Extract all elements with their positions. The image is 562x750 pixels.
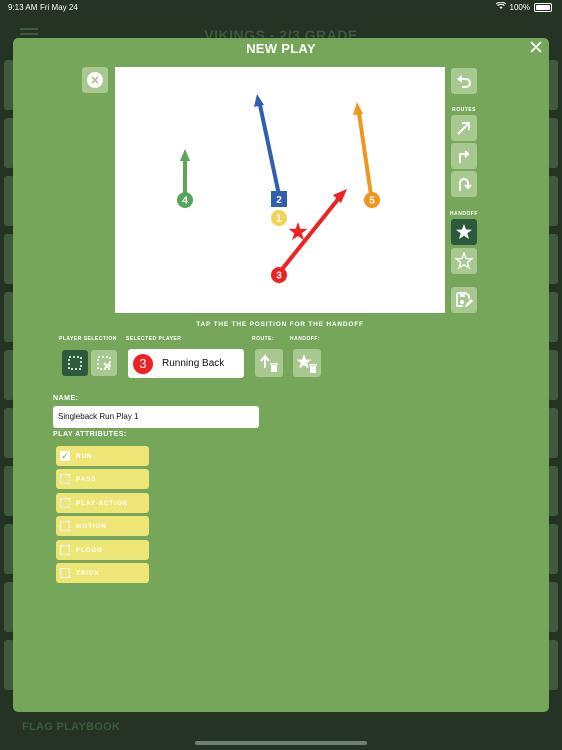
play-diagram[interactable]: 4 2 1 5 3 xyxy=(115,67,445,313)
player-3-number: 3 xyxy=(276,271,282,282)
player-4-number: 4 xyxy=(182,196,188,207)
checkbox-checked-icon[interactable]: ✓ xyxy=(60,451,70,461)
attribute-label: PASS xyxy=(76,475,97,483)
attribute-label: FLOOD xyxy=(76,546,103,554)
deselect-player-button[interactable] xyxy=(91,350,117,376)
delete-route-button[interactable] xyxy=(255,349,283,377)
close-button[interactable] xyxy=(529,41,543,55)
player-5-number: 5 xyxy=(369,196,375,207)
selected-player-box: 3 Running Back xyxy=(128,349,244,378)
status-time: 9:13 AM xyxy=(8,3,38,12)
star-outline-icon xyxy=(455,252,473,270)
route-straight-button[interactable] xyxy=(451,115,477,141)
route-hook-button[interactable] xyxy=(451,171,477,197)
player-3[interactable]: 3 xyxy=(271,267,287,283)
handoff-star-filled-button[interactable] xyxy=(451,219,477,245)
app-footer-title: FLAG PLAYBOOK xyxy=(22,721,121,733)
background-list-right xyxy=(548,60,558,710)
wifi-icon xyxy=(495,1,506,12)
play-field[interactable]: 4 2 1 5 3 xyxy=(115,67,445,313)
undo-icon xyxy=(457,75,471,88)
close-icon xyxy=(530,41,542,53)
selection-box-icon xyxy=(68,356,82,370)
selected-player-name: Running Back xyxy=(162,358,225,369)
attribute-label: TRICK xyxy=(76,569,100,577)
save-play-button[interactable] xyxy=(451,287,477,313)
status-bar: 9:13 AM Fri May 24 100% xyxy=(0,0,562,14)
handoff-star-outline-button[interactable] xyxy=(451,248,477,274)
selected-player-number: 3 xyxy=(133,353,153,374)
attribute-label: PLAY-ACTION xyxy=(76,499,129,507)
player-1-number: 1 xyxy=(276,214,282,225)
delete-handoff-button[interactable] xyxy=(293,349,321,377)
checkbox-icon[interactable] xyxy=(60,521,70,531)
arrow-hook-icon xyxy=(459,178,472,191)
player-4[interactable]: 4 xyxy=(177,192,193,208)
attribute-pass[interactable]: PASS xyxy=(56,469,149,489)
attribute-trick[interactable]: TRICK xyxy=(56,563,149,583)
handoff-controls-label: HANDOFF: xyxy=(290,336,321,342)
modal-title: NEW PLAY xyxy=(246,41,316,56)
checkbox-icon[interactable] xyxy=(60,498,70,508)
player-2-number: 2 xyxy=(276,195,282,206)
attribute-play-action[interactable]: PLAY-ACTION xyxy=(56,493,149,513)
selected-player-label: SELECTED PLAYER xyxy=(126,336,182,342)
home-indicator xyxy=(195,741,367,745)
route-player-3 xyxy=(277,189,347,275)
attribute-label: MOTION xyxy=(76,522,107,530)
battery-percent: 100% xyxy=(509,2,530,12)
handoff-label: HANDOFF xyxy=(450,211,478,217)
route-delete-icon xyxy=(260,354,278,372)
player-selection-label: PLAYER SELECTION xyxy=(59,336,117,342)
new-play-modal: NEW PLAY 4 2 1 5 3 ROUTES HANDOFF TAP TH… xyxy=(13,38,549,712)
arrow-turn-right-icon xyxy=(459,150,470,163)
play-attributes-label: PLAY ATTRIBUTES: xyxy=(53,431,127,438)
route-player-2 xyxy=(254,94,281,196)
attribute-flood[interactable]: FLOOD xyxy=(56,540,149,560)
clear-circle-icon xyxy=(87,72,103,88)
checkbox-icon[interactable] xyxy=(60,545,70,555)
player-1[interactable]: 1 xyxy=(271,210,287,226)
select-player-button[interactable] xyxy=(62,350,88,376)
route-player-4 xyxy=(180,149,190,197)
star-delete-icon xyxy=(296,354,317,373)
checkbox-icon[interactable] xyxy=(60,568,70,578)
attribute-label: RUN xyxy=(76,452,93,460)
route-out-button[interactable] xyxy=(451,143,477,169)
star-filled-icon xyxy=(456,224,472,239)
battery-icon xyxy=(534,2,552,12)
handoff-star xyxy=(288,222,308,241)
name-label: NAME: xyxy=(53,395,79,402)
routes-label: ROUTES xyxy=(452,107,476,113)
route-label: ROUTE: xyxy=(252,336,275,342)
route-player-5 xyxy=(353,102,373,196)
attribute-run[interactable]: ✓ RUN xyxy=(56,446,149,466)
undo-button[interactable] xyxy=(451,68,477,94)
save-edit-icon xyxy=(456,292,473,307)
clear-field-button[interactable] xyxy=(82,67,108,93)
deselect-box-icon xyxy=(97,356,111,370)
status-right: 100% xyxy=(495,1,552,12)
arrow-up-right-icon xyxy=(457,122,470,135)
player-5[interactable]: 5 xyxy=(364,192,380,208)
play-name-input[interactable]: Singleback Run Play 1 xyxy=(53,406,259,428)
player-2[interactable]: 2 xyxy=(271,191,287,207)
handoff-hint: TAP THE THE POSITION FOR THE HANDOFF xyxy=(196,321,364,328)
status-date: Fri May 24 xyxy=(40,3,78,12)
checkbox-icon[interactable] xyxy=(60,474,70,484)
attribute-motion[interactable]: MOTION xyxy=(56,516,149,536)
